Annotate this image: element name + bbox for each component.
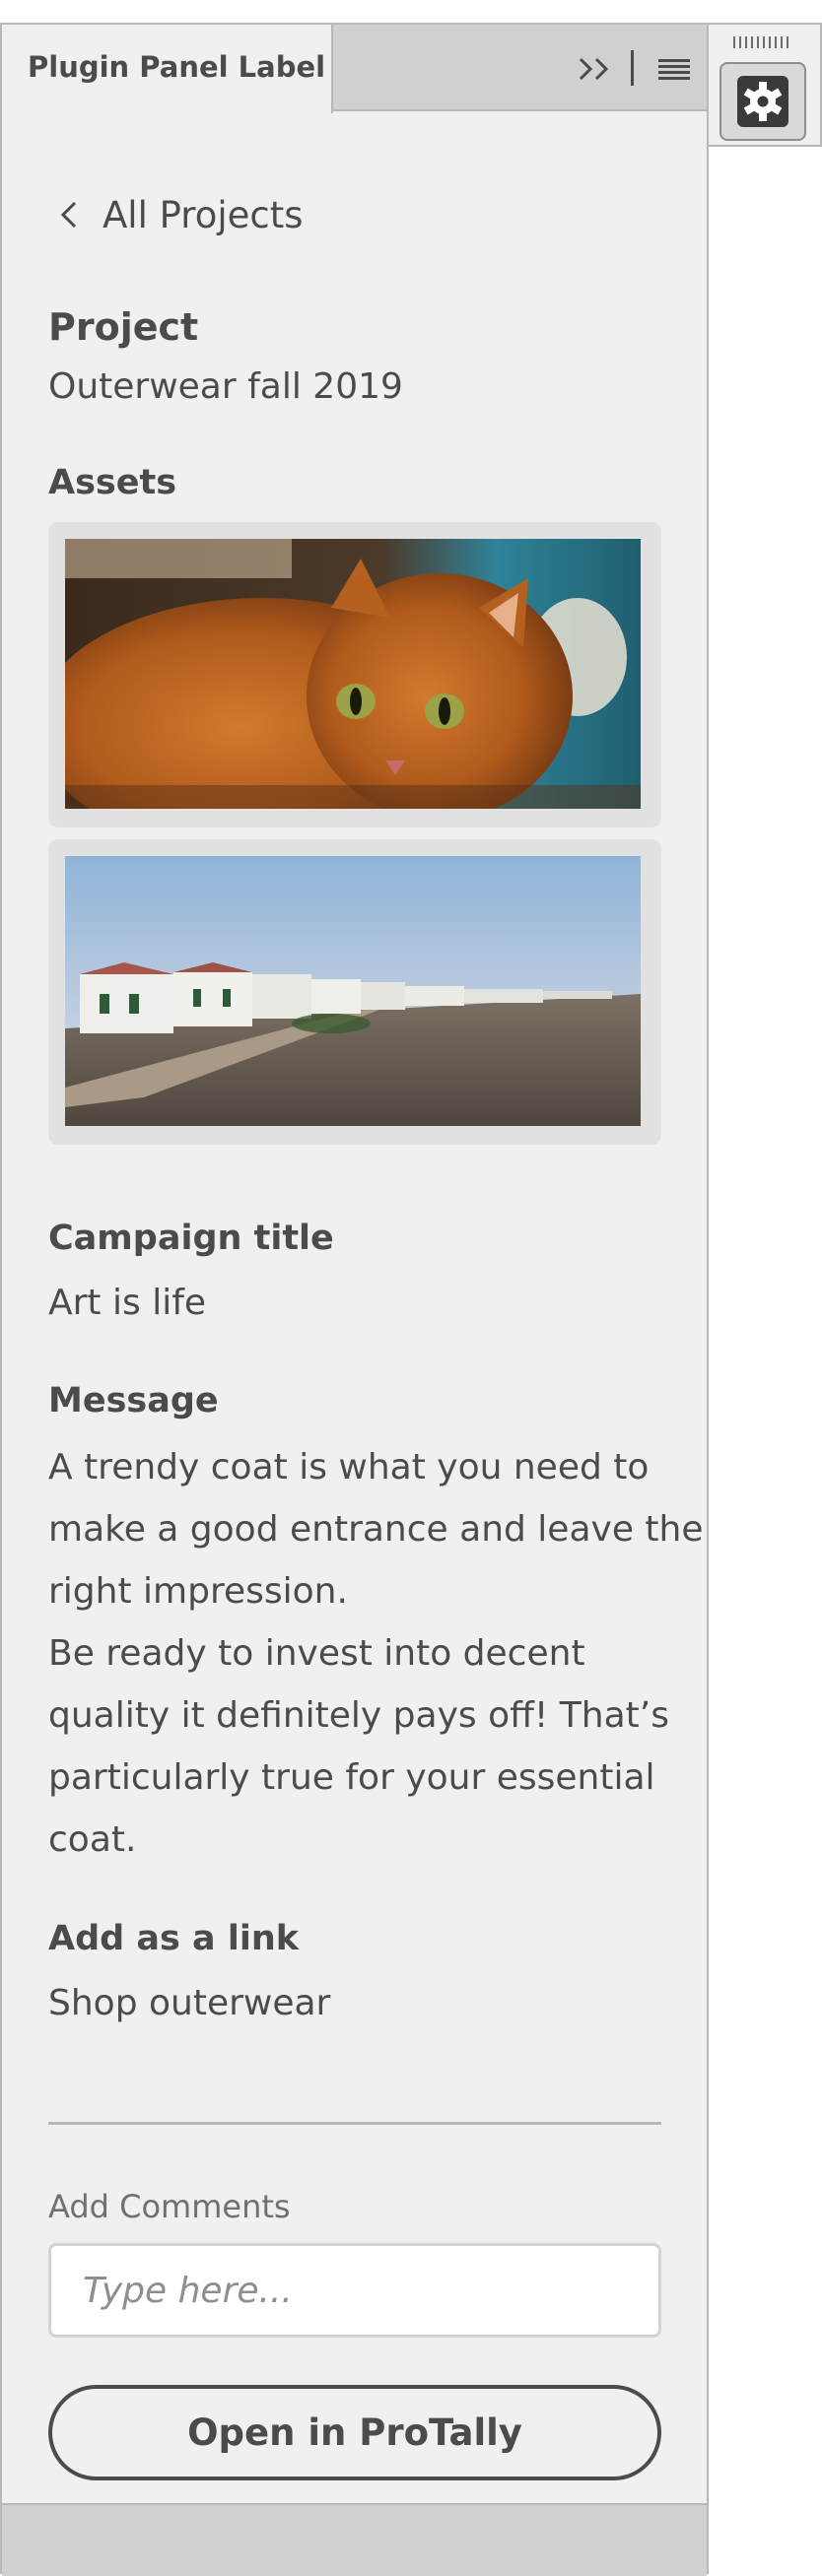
tab-bar-divider	[631, 50, 634, 86]
project-name: Outerwear fall 2019	[48, 366, 403, 407]
project-heading: Project	[48, 305, 199, 349]
panel-tab[interactable]: Plugin Panel Label	[2, 25, 333, 113]
chevron-left-icon	[60, 201, 77, 229]
add-as-link-heading: Add as a link	[48, 1919, 300, 1958]
add-comments-label: Add Comments	[48, 2188, 291, 2225]
message-line: A trendy coat is what you need to	[48, 1447, 650, 1487]
gear-icon	[737, 76, 788, 127]
asset-thumbnail-cat[interactable]	[48, 522, 661, 827]
side-dock	[709, 23, 822, 147]
message-line: coat.	[48, 1819, 137, 1860]
back-link-label: All Projects	[103, 193, 304, 236]
shop-outerwear-link[interactable]: Shop outerwear	[48, 1983, 330, 2023]
cat-photo-image	[65, 539, 641, 809]
message-heading: Message	[48, 1381, 219, 1420]
section-divider	[48, 2122, 661, 2125]
message-line: quality it definitely pays off! That’s	[48, 1695, 669, 1736]
message-line: particularly true for your essential	[48, 1757, 655, 1798]
message-line: make a good entrance and leave the	[48, 1509, 704, 1550]
assets-heading: Assets	[48, 463, 177, 502]
asset-thumbnail-houses[interactable]	[48, 839, 661, 1145]
panel-footer-bar	[2, 2503, 707, 2576]
panel-tab-label: Plugin Panel Label	[28, 50, 326, 84]
open-in-protally-button[interactable]: Open in ProTally	[48, 2385, 661, 2480]
plugin-panel: Plugin Panel Label All Projects Project …	[0, 23, 709, 2576]
campaign-title-value: Art is life	[48, 1283, 207, 1323]
message-line: Be ready to invest into decent	[48, 1633, 585, 1674]
comments-input[interactable]	[48, 2243, 661, 2338]
message-line: right impression.	[48, 1571, 348, 1612]
panel-tab-bar: Plugin Panel Label	[2, 25, 707, 113]
campaign-title-heading: Campaign title	[48, 1219, 334, 1258]
double-chevron-right-icon[interactable]	[578, 54, 613, 84]
message-body: A trendy coat is what you need to make a…	[48, 1436, 704, 1871]
hamburger-menu-icon[interactable]	[658, 59, 690, 81]
back-to-all-projects-link[interactable]: All Projects	[57, 190, 304, 239]
seaside-houses-photo-image	[65, 856, 641, 1126]
settings-button[interactable]	[719, 62, 806, 141]
grip-handle-icon[interactable]	[733, 36, 790, 48]
